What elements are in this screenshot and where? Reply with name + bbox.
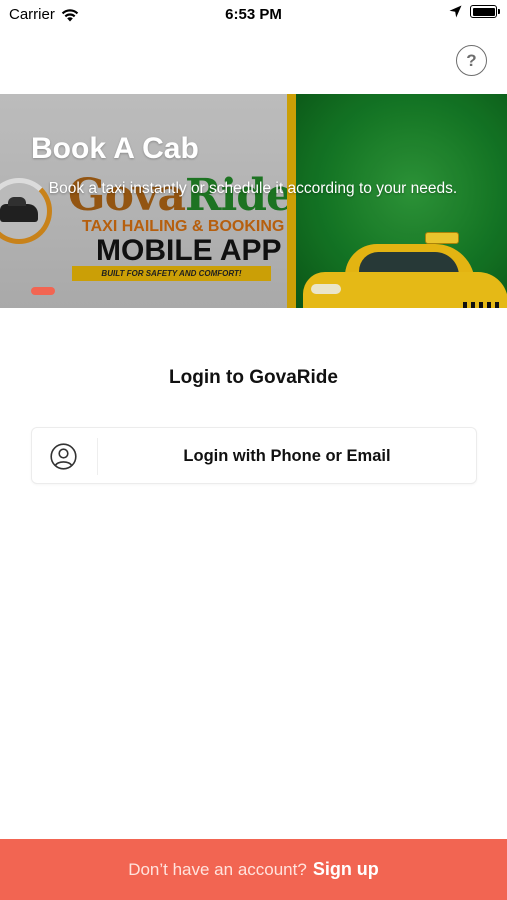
- login-phone-email-label: Login with Phone or Email: [183, 447, 391, 465]
- login-screen: Carrier 6:53 PM ? GovaRide TAXI HAILING …: [0, 0, 507, 900]
- user-circle-icon: [50, 443, 77, 470]
- login-phone-email-button[interactable]: Login with Phone or Email: [31, 427, 477, 484]
- battery-icon: [470, 5, 500, 18]
- banner-overlay: [0, 94, 507, 308]
- promo-banner[interactable]: GovaRide TAXI HAILING & BOOKING MOBILE A…: [0, 94, 507, 308]
- help-circle-icon: ?: [466, 50, 477, 70]
- status-bar: Carrier 6:53 PM: [0, 0, 507, 30]
- carousel-page-indicator[interactable]: [31, 287, 55, 295]
- banner-title: Book A Cab: [31, 132, 199, 165]
- battery-fill: [472, 7, 495, 16]
- banner-subtitle: Book a taxi instantly or schedule it acc…: [48, 180, 458, 197]
- signup-prompt: Don’t have an account?: [128, 859, 307, 879]
- status-time: 6:53 PM: [225, 6, 282, 23]
- signup-link[interactable]: Sign up: [313, 859, 379, 880]
- help-button[interactable]: ?: [456, 45, 487, 76]
- signup-footer[interactable]: Don’t have an account? Sign up: [0, 839, 507, 900]
- location-arrow-icon: [449, 5, 462, 18]
- login-heading: Login to GovaRide: [169, 367, 338, 388]
- status-right: [449, 5, 500, 18]
